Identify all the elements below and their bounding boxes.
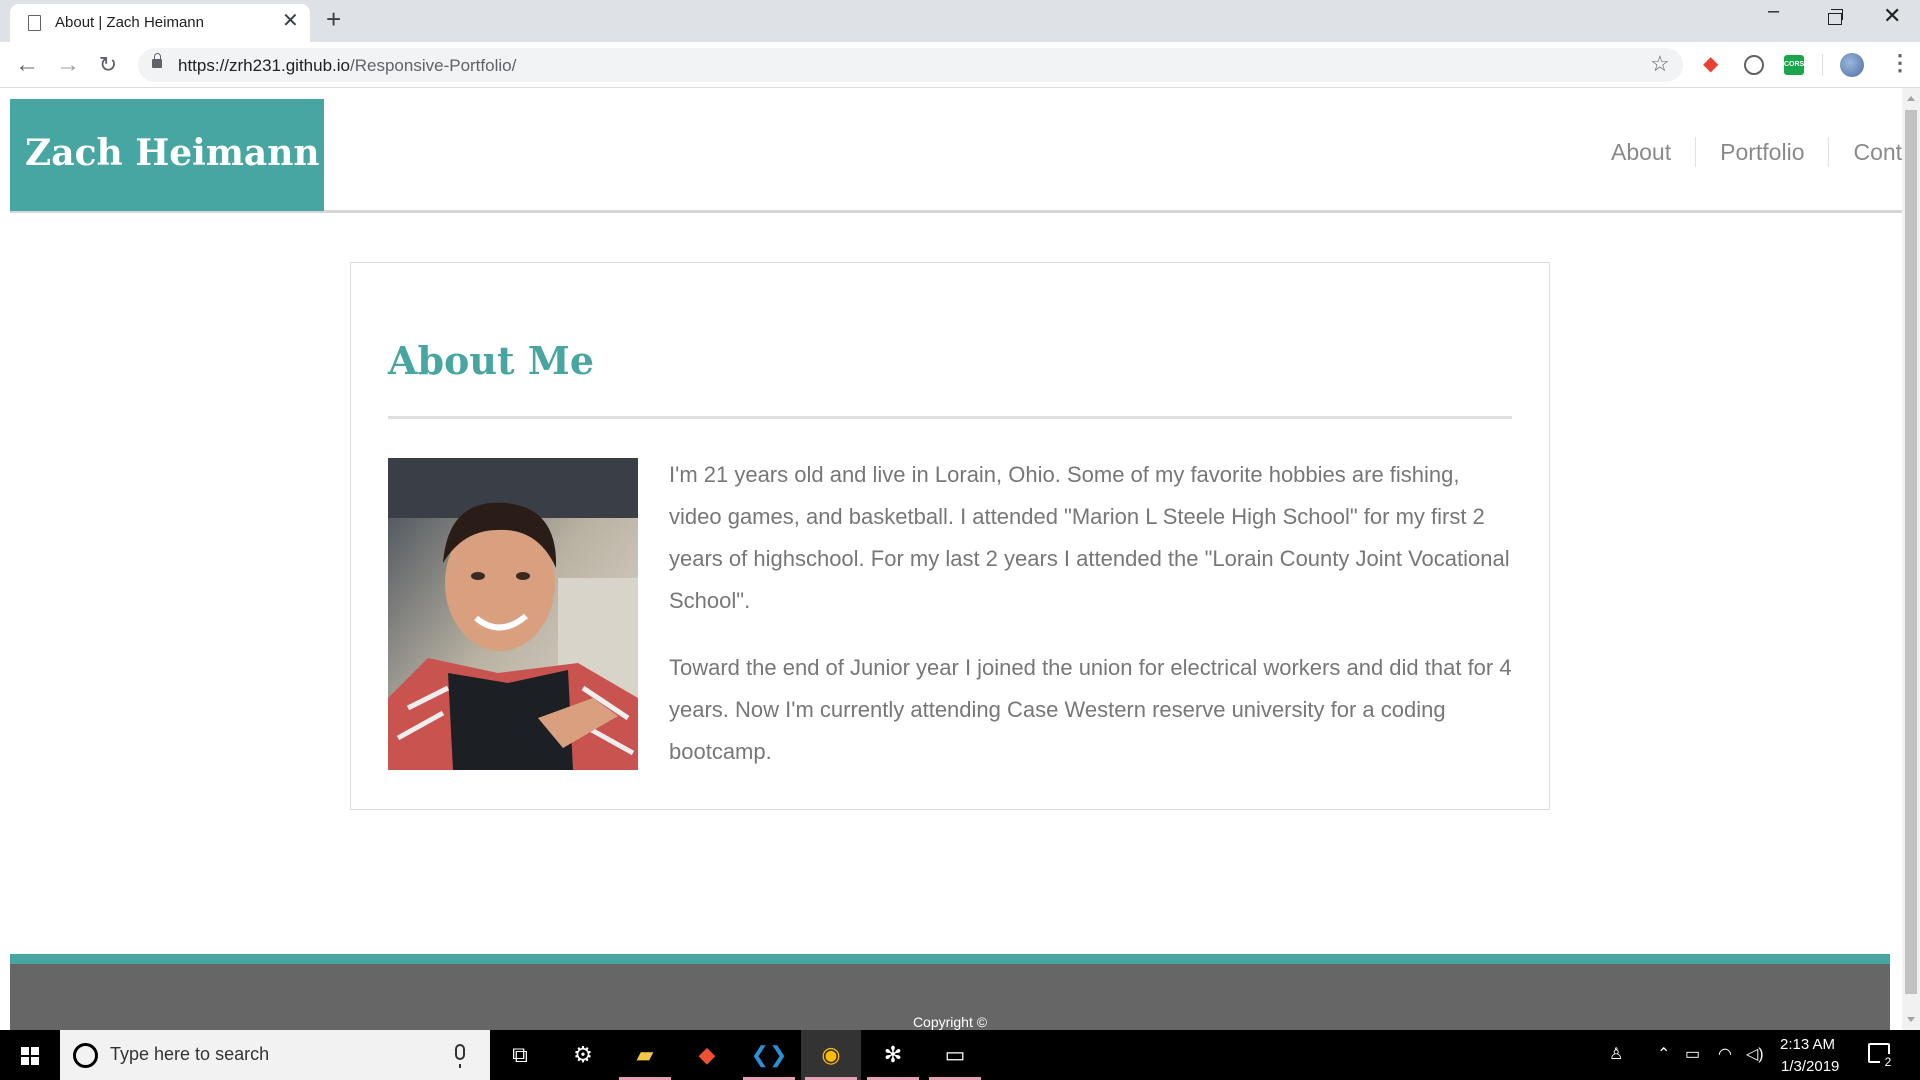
taskbar-search[interactable]: Type here to search <box>60 1030 490 1080</box>
tab-close-icon[interactable]: ✕ <box>282 11 299 31</box>
browser-tab-strip: About | Zach Heimann ✕ + – ✕ <box>0 0 1920 42</box>
minimize-icon[interactable]: – <box>1768 0 1779 23</box>
page-viewport: Zach Heimann AboutPortfolioContact About… <box>0 88 1902 1030</box>
browser-tab[interactable]: About | Zach Heimann ✕ <box>10 4 310 42</box>
vs-code-icon[interactable]: ❮❯ <box>739 1030 799 1080</box>
scroll-down-icon[interactable] <box>1907 1017 1915 1022</box>
people-icon[interactable]: ♙ <box>1609 1030 1623 1080</box>
extension-cors-icon[interactable]: CORS <box>1784 55 1804 75</box>
about-paragraph: Toward the end of Junior year I joined t… <box>669 655 1512 764</box>
notification-count: 2 <box>1880 1054 1896 1070</box>
about-paragraph: I'm 21 years old and live in Lorain, Ohi… <box>669 462 1510 613</box>
browser-toolbar: ← → ↻ https://zrh231.github.io/Responsiv… <box>0 42 1920 88</box>
slack-icon[interactable]: ✻ <box>863 1030 923 1080</box>
bookmark-star-icon[interactable]: ☆ <box>1650 51 1670 77</box>
start-button[interactable] <box>0 1030 60 1080</box>
task-view-icon[interactable]: ⧉ <box>490 1030 550 1080</box>
tab-title: About | Zach Heimann <box>55 14 204 31</box>
search-placeholder: Type here to search <box>110 1044 270 1064</box>
windows-logo-icon <box>21 1047 39 1065</box>
address-bar[interactable]: https://zrh231.github.io/Responsive-Port… <box>138 48 1683 82</box>
page-scrollbar[interactable] <box>1902 88 1920 1030</box>
extension-red-icon[interactable]: ◆ <box>1703 51 1723 75</box>
nav-link-about[interactable]: About <box>1587 137 1695 167</box>
steam-icon[interactable]: ⚙ <box>553 1030 613 1080</box>
toolbar-divider <box>1822 54 1823 76</box>
nav-link-portfolio[interactable]: Portfolio <box>1695 137 1828 167</box>
about-section: About Me I'm 21 years old and live in Lo… <box>350 262 1550 810</box>
windows-taskbar: Type here to search ⧉ ⚙ ▰ ◆ ❮❯ ◉ ✻ ▭ ♙ ⌃… <box>0 1030 1920 1080</box>
page-icon <box>28 15 41 31</box>
url-host: https://zrh231.github.io <box>178 56 351 75</box>
battery-icon[interactable]: ▭ <box>1685 1030 1700 1080</box>
clock-time[interactable]: 2:13 AM <box>1780 1036 1835 1053</box>
brand-name: Zach Heimann <box>25 132 320 174</box>
nav-link-contact[interactable]: Contact <box>1828 137 1902 167</box>
site-nav: AboutPortfolioContact <box>1587 137 1902 171</box>
new-tab-button[interactable]: + <box>326 6 341 32</box>
browser-menu-icon[interactable]: ⋮ <box>1889 52 1911 74</box>
wifi-icon[interactable]: ◠ <box>1718 1030 1732 1080</box>
cortana-icon <box>73 1043 98 1068</box>
url-text[interactable]: https://zrh231.github.io/Responsive-Port… <box>178 56 516 76</box>
site-footer: Copyright © <box>10 954 1890 1030</box>
git-icon[interactable]: ◆ <box>677 1030 737 1080</box>
tray-chevron-icon[interactable]: ⌃ <box>1657 1030 1670 1080</box>
extension-circle-icon[interactable] <box>1744 55 1764 75</box>
site-header: Zach Heimann AboutPortfolioContact <box>10 99 1902 213</box>
terminal-icon[interactable]: ▭ <box>925 1030 985 1080</box>
lock-icon[interactable] <box>152 53 162 68</box>
reload-icon[interactable]: ↻ <box>94 51 122 79</box>
url-path: /Responsive-Portfolio/ <box>350 56 517 75</box>
scroll-up-icon[interactable] <box>1907 96 1915 101</box>
profile-photo <box>388 458 638 770</box>
file-explorer-icon[interactable]: ▰ <box>615 1030 675 1080</box>
profile-avatar[interactable] <box>1840 53 1864 77</box>
microphone-icon[interactable] <box>455 1044 465 1068</box>
window-close-icon[interactable]: ✕ <box>1883 3 1901 29</box>
restore-icon[interactable] <box>1828 9 1843 25</box>
back-arrow-icon[interactable]: ← <box>13 51 41 79</box>
about-text: I'm 21 years old and live in Lorain, Ohi… <box>669 454 1514 798</box>
forward-arrow-icon[interactable]: → <box>54 51 82 79</box>
scroll-thumb[interactable] <box>1905 110 1917 994</box>
about-heading: About Me <box>388 338 595 383</box>
chrome-icon[interactable]: ◉ <box>801 1030 861 1080</box>
volume-icon[interactable]: ◁) <box>1746 1030 1764 1080</box>
clock-date[interactable]: 1/3/2019 <box>1781 1058 1839 1075</box>
heading-divider <box>388 416 1512 419</box>
copyright-text: Copyright © <box>912 1014 988 1030</box>
brand-block[interactable]: Zach Heimann <box>10 99 324 211</box>
